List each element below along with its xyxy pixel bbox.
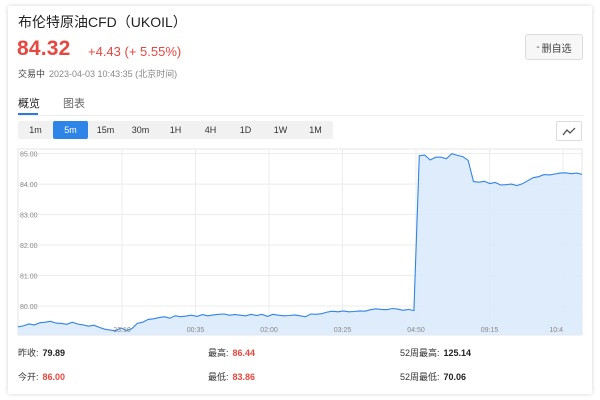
- x-tick-label: 02:00: [260, 327, 278, 334]
- stat-open: 今开: 86.00: [18, 370, 65, 383]
- price-chart[interactable]: 85.00 84.00 83.00 82.00 81.00 80.00 23:10 00:3…: [0, 0, 600, 400]
- x-tick-label: 03:25: [334, 327, 352, 334]
- stat-52w-high: 52周最高: 125.14: [400, 346, 471, 359]
- stat-label: 52周最高:: [400, 348, 440, 358]
- x-tick-label: 04:50: [407, 327, 425, 334]
- stat-label: 52周最低:: [400, 372, 440, 382]
- stat-value: 79.89: [42, 348, 66, 358]
- x-tick-label: 09:15: [481, 327, 499, 334]
- stat-label: 最高:: [208, 348, 229, 358]
- y-tick-label: 83.00: [20, 213, 38, 220]
- y-tick-label: 84.00: [20, 182, 38, 189]
- stat-value: 70.06: [443, 372, 467, 382]
- stat-low: 最低: 83.86: [208, 370, 255, 383]
- stat-label: 最低:: [208, 372, 229, 382]
- stat-value: 86.00: [42, 372, 66, 382]
- x-tick-label: 00:35: [187, 327, 205, 334]
- stat-prev-close: 昨收: 79.89: [18, 346, 65, 359]
- stat-value: 86.44: [232, 348, 256, 358]
- stat-label: 今开:: [18, 372, 39, 382]
- stat-value: 125.14: [443, 348, 472, 358]
- stat-52w-low: 52周最低: 70.06: [400, 370, 466, 383]
- y-axis: 85.00 84.00 83.00 82.00 81.00 80.00: [20, 152, 38, 311]
- x-tick-label: 23:10: [113, 327, 131, 334]
- y-tick-label: 81.00: [20, 274, 38, 281]
- x-tick-label: 10:4: [549, 327, 563, 334]
- price-area-fill: [18, 153, 582, 335]
- stat-value: 83.86: [232, 372, 256, 382]
- y-tick-label: 85.00: [20, 152, 38, 159]
- stat-high: 最高: 86.44: [208, 346, 255, 359]
- y-tick-label: 80.00: [20, 304, 38, 311]
- stat-label: 昨收:: [18, 348, 39, 358]
- y-tick-label: 82.00: [20, 243, 38, 250]
- stats-panel: 昨收: 79.89 最高: 86.44 52周最高: 125.14 今开: 86.00 …: [18, 343, 584, 393]
